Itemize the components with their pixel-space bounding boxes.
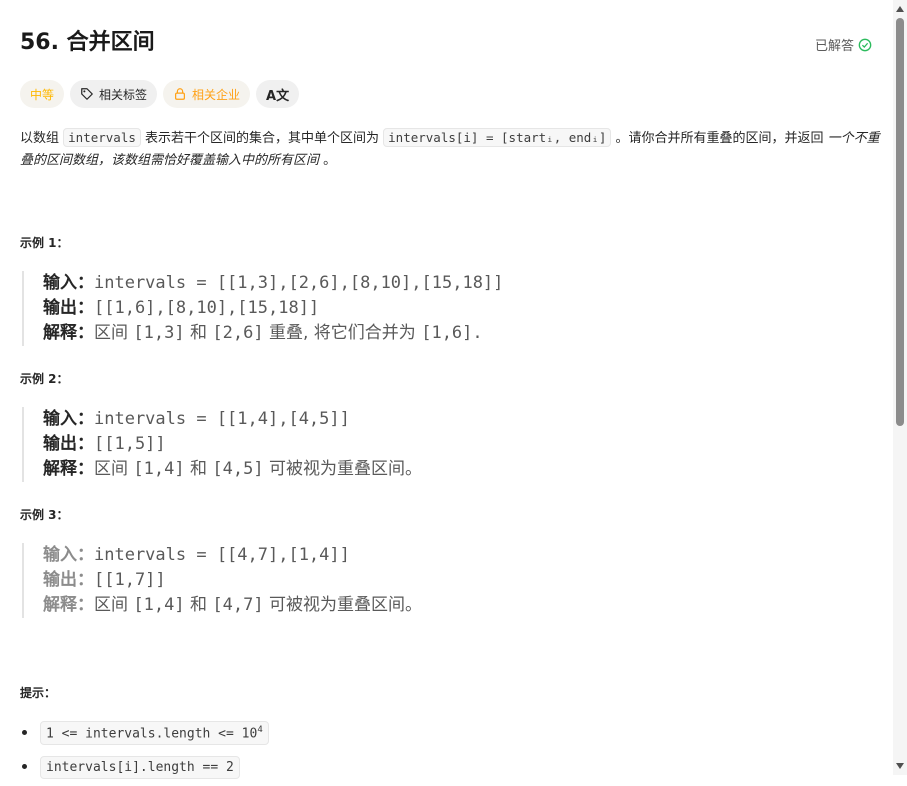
translate-icon: A文 [266, 88, 290, 104]
example-heading: 示例 3： [20, 508, 69, 522]
example-input-line: 输入：intervals = [[1,4],[4,5]] [43, 407, 422, 432]
explain-text: 可被视为重叠区间。 [263, 459, 422, 479]
explain-label: 解释： [43, 595, 94, 615]
solved-status: 已解答 [815, 35, 872, 54]
vertical-scrollbar[interactable] [893, 0, 907, 775]
explain-label: 解释： [43, 323, 94, 343]
difficulty-label: 中等 [30, 87, 55, 102]
explain-text: 重叠, 将它们合并为 [263, 323, 422, 343]
explain-text: 区间 [94, 595, 134, 615]
related-companies-label: 相关企业 [192, 87, 241, 102]
explain-text: 和 [184, 595, 213, 615]
input-label: 输入： [43, 545, 94, 565]
list-item: intervals[i].length == 2 [20, 752, 269, 782]
related-companies-button[interactable]: 相关企业 [163, 80, 251, 108]
example-explain-line: 解释：区间 [1,3] 和 [2,6] 重叠, 将它们合并为 [1,6]. [43, 321, 503, 346]
input-label: 输入： [43, 273, 94, 293]
explain-code: [1,6] [421, 323, 473, 343]
output-label: 输出： [43, 298, 94, 318]
constraints-list: 1 <= intervals.length <= 104 intervals[i… [20, 718, 269, 786]
output-label: 输出： [43, 570, 94, 590]
output-value: [[1,5]] [94, 434, 166, 454]
scrollbar-thumb[interactable] [896, 18, 904, 426]
explain-code: [1,4] [133, 459, 185, 479]
problem-title[interactable]: 56. 合并区间 [20, 28, 155, 58]
example-input-line: 输入：intervals = [[4,7],[1,4]] [43, 543, 422, 568]
explain-code: [2,6] [212, 323, 264, 343]
check-circle-icon [858, 38, 872, 51]
constraint-code: intervals[i].length == 2 [40, 755, 240, 779]
example-output-line: 输出：[[1,5]] [43, 432, 422, 457]
tag-icon [81, 88, 93, 100]
explain-code: [1,3] [133, 323, 185, 343]
problem-statement: 以数组 intervals 表示若干个区间的集合，其中单个区间为 interva… [20, 127, 880, 172]
constraint-exponent: 4 [257, 724, 263, 735]
explain-text: 和 [184, 323, 213, 343]
example-input-line: 输入：intervals = [[1,3],[2,6],[8,10],[15,1… [43, 271, 503, 296]
example-block: 输入：intervals = [[4,7],[1,4]] 输出：[[1,7]] … [22, 543, 422, 618]
output-value: [[1,6],[8,10],[15,18]] [94, 298, 320, 318]
explain-text: . [472, 323, 483, 343]
example-heading: 示例 2： [20, 372, 69, 386]
lock-icon [175, 88, 186, 100]
example-block: 输入：intervals = [[1,3],[2,6],[8,10],[15,1… [22, 271, 503, 346]
example-explain-line: 解释：区间 [1,4] 和 [4,5] 可被视为重叠区间。 [43, 457, 422, 482]
constraint-text: 1 <= intervals.length <= 10 [46, 726, 258, 742]
input-value: intervals = [[4,7],[1,4]] [94, 545, 350, 565]
list-item: 1 <= intervals.length <= 104 [20, 718, 269, 748]
constraints-heading: 提示： [20, 686, 57, 700]
explain-text: 可被视为重叠区间。 [263, 595, 422, 615]
scroll-up-arrow-icon[interactable] [896, 6, 904, 12]
related-tags-label: 相关标签 [99, 87, 148, 102]
example-block: 输入：intervals = [[1,4],[4,5]] 输出：[[1,5]] … [22, 407, 422, 482]
scroll-down-arrow-icon[interactable] [896, 763, 904, 769]
explain-code: [4,7] [212, 595, 264, 615]
explain-text: 区间 [94, 459, 134, 479]
inline-code: intervals [63, 128, 141, 147]
explain-label: 解释： [43, 459, 94, 479]
statement-text: 表示若干个区间的集合，其中单个区间为 [140, 131, 384, 146]
output-label: 输出： [43, 434, 94, 454]
explain-code: [4,5] [212, 459, 264, 479]
example-output-line: 输出：[[1,6],[8,10],[15,18]] [43, 296, 503, 321]
explain-text: 区间 [94, 323, 134, 343]
input-value: intervals = [[1,4],[4,5]] [94, 409, 350, 429]
tag-bar: 中等 相关标签 相关企业 A文 [20, 80, 300, 108]
statement-text: 。请你合并所有重叠的区间，并返回 [611, 131, 828, 146]
example-heading: 示例 1： [20, 236, 69, 250]
example-output-line: 输出：[[1,7]] [43, 568, 422, 593]
input-label: 输入： [43, 409, 94, 429]
translate-button[interactable]: A文 [256, 80, 300, 108]
constraint-code: 1 <= intervals.length <= 104 [40, 720, 269, 746]
inline-code: intervals[i] = [startᵢ, endᵢ] [383, 128, 612, 147]
related-tags-button[interactable]: 相关标签 [70, 80, 158, 108]
difficulty-badge: 中等 [20, 80, 65, 108]
explain-text: 和 [184, 459, 213, 479]
example-explain-line: 解释：区间 [1,4] 和 [4,7] 可被视为重叠区间。 [43, 593, 422, 618]
statement-text: 以数组 [20, 131, 64, 146]
output-value: [[1,7]] [94, 570, 166, 590]
input-value: intervals = [[1,3],[2,6],[8,10],[15,18]] [94, 273, 504, 293]
explain-code: [1,4] [133, 595, 185, 615]
statement-text: 。 [319, 153, 337, 168]
solved-label: 已解答 [814, 39, 854, 54]
title-row: 56. 合并区间 已解答 [20, 28, 872, 60]
